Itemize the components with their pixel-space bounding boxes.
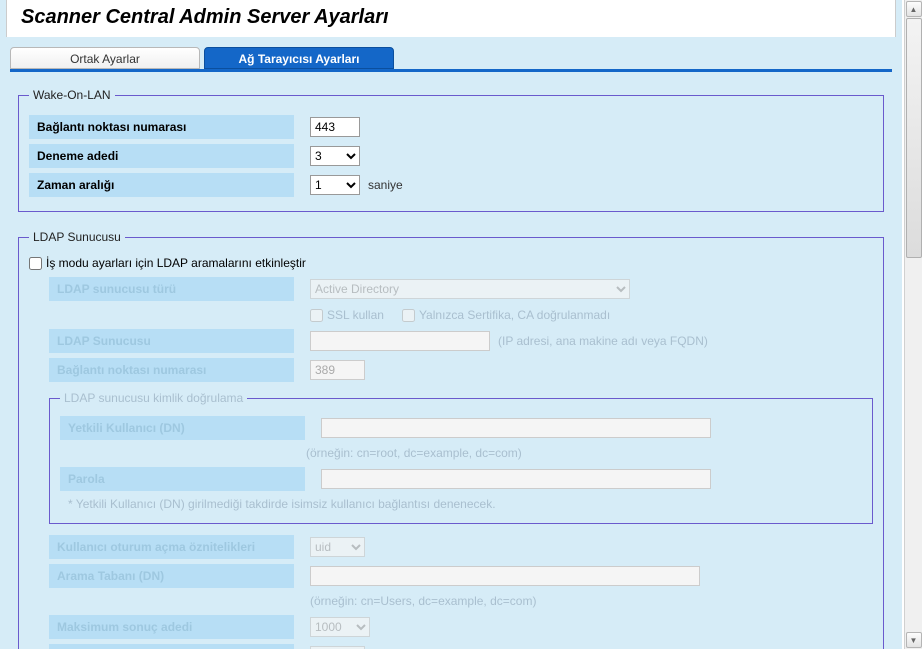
search-timeout-label: Arama zaman aşımı <box>49 644 294 649</box>
search-base-hint: (örneğin: cn=Users, dc=example, dc=com) <box>29 592 873 614</box>
search-base-input <box>310 566 700 586</box>
ldap-server-hint: (IP adresi, ana makine adı veya FQDN) <box>498 334 708 348</box>
tab-strip: Ortak Ayarlar Ağ Tarayıcısı Ayarları <box>10 45 892 69</box>
tab-common-settings[interactable]: Ortak Ayarlar <box>10 47 200 69</box>
ldap-server-label: LDAP Sunucusu <box>49 329 294 353</box>
window-scrollbar[interactable]: ▲ ▼ <box>904 0 922 649</box>
ldap-auth-user-label: Yetkili Kullanıcı (DN) <box>60 416 305 440</box>
search-base-label: Arama Tabanı (DN) <box>49 564 294 588</box>
wol-retry-select[interactable]: 3 <box>310 146 360 166</box>
login-attr-select: uid <box>310 537 365 557</box>
ldap-enable-checkbox[interactable] <box>29 257 42 270</box>
ldap-server-group: LDAP Sunucusu İş modu ayarları için LDAP… <box>18 230 884 649</box>
ldap-auth-pass-input <box>321 469 711 489</box>
ldap-server-type-label: LDAP sunucusu türü <box>49 277 294 301</box>
login-attr-label: Kullanıcı oturum açma öznitelikleri <box>49 535 294 559</box>
tab-network-scanner-settings[interactable]: Ağ Tarayıcısı Ayarları <box>204 47 394 69</box>
ldap-port-label: Bağlantı noktası numarası <box>49 358 294 382</box>
max-results-label: Maksimum sonuç adedi <box>49 615 294 639</box>
scroll-track[interactable] <box>906 18 922 631</box>
ldap-auth-group: LDAP sunucusu kimlik doğrulama Yetkili K… <box>49 391 873 524</box>
ldap-auth-legend: LDAP sunucusu kimlik doğrulama <box>60 391 247 405</box>
ldap-auth-user-hint: (örneğin: cn=root, dc=example, dc=com) <box>60 444 862 466</box>
wol-port-label: Bağlantı noktası numarası <box>29 115 294 139</box>
scroll-up-button[interactable]: ▲ <box>906 1 922 17</box>
ssl-checkbox <box>310 309 323 322</box>
wol-port-input[interactable] <box>310 117 360 137</box>
scroll-down-button[interactable]: ▼ <box>906 632 922 648</box>
ldap-server-type-select: Active Directory <box>310 279 630 299</box>
ldap-port-input <box>310 360 365 380</box>
wol-interval-unit: saniye <box>368 178 403 192</box>
wake-on-lan-legend: Wake-On-LAN <box>29 88 115 102</box>
wake-on-lan-group: Wake-On-LAN Bağlantı noktası numarası De… <box>18 88 884 212</box>
cert-only-checkbox <box>402 309 415 322</box>
wol-interval-label: Zaman aralığı <box>29 173 294 197</box>
ldap-server-legend: LDAP Sunucusu <box>29 230 125 244</box>
tab-underline <box>10 69 892 72</box>
wol-interval-select[interactable]: 1 <box>310 175 360 195</box>
ldap-auth-user-input <box>321 418 711 438</box>
cert-only-label: Yalnızca Sertifika, CA doğrulanmadı <box>419 308 610 322</box>
ldap-server-input <box>310 331 490 351</box>
ldap-auth-pass-label: Parola <box>60 467 305 491</box>
ldap-auth-star-hint: * Yetkili Kullanıcı (DN) girilmediği tak… <box>60 495 862 517</box>
ssl-label: SSL kullan <box>327 308 384 322</box>
page-title-banner: Scanner Central Admin Server Ayarları <box>6 0 896 37</box>
wol-retry-label: Deneme adedi <box>29 144 294 168</box>
scroll-thumb[interactable] <box>906 18 922 258</box>
max-results-select: 1000 <box>310 617 370 637</box>
page-title: Scanner Central Admin Server Ayarları <box>21 6 881 29</box>
ldap-enable-label: İş modu ayarları için LDAP aramalarını e… <box>46 256 306 270</box>
